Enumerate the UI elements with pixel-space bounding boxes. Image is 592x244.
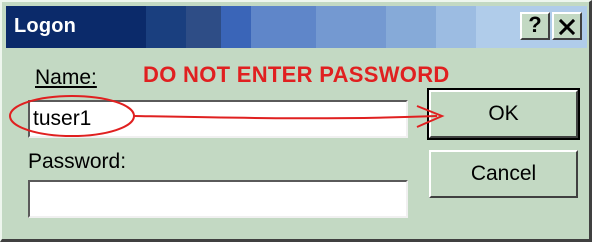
password-label: Password: <box>28 150 126 174</box>
window-title: Logon <box>14 15 77 37</box>
name-label-text: Name: <box>35 66 97 89</box>
name-label: Name: <box>35 66 97 90</box>
title-bar[interactable]: Logon ? <box>6 6 587 48</box>
close-button[interactable] <box>552 12 582 40</box>
password-field[interactable] <box>28 180 408 218</box>
warning-annotation: DO NOT ENTER PASSWORD <box>143 62 450 87</box>
name-field[interactable] <box>28 100 408 138</box>
password-label-text: Password: <box>28 150 127 173</box>
help-button[interactable]: ? <box>520 12 550 40</box>
ok-button[interactable]: OK <box>427 88 580 140</box>
logon-dialog: Logon ? Name: Password: OK Cancel DO NOT… <box>0 0 592 242</box>
cancel-button[interactable]: Cancel <box>429 150 578 198</box>
close-icon <box>559 19 575 35</box>
